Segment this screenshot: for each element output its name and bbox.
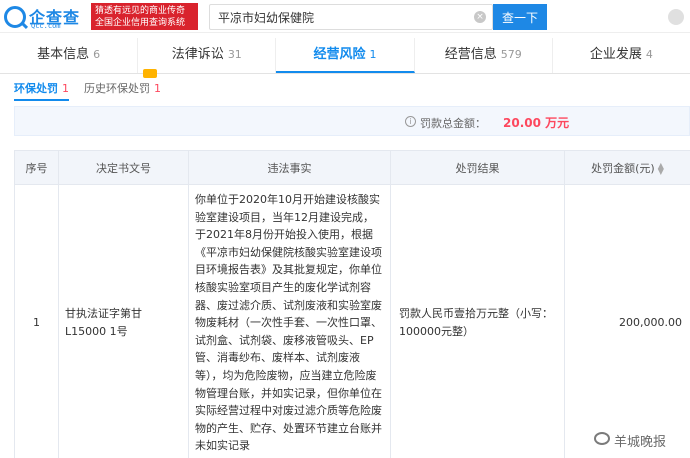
user-avatar-icon[interactable]: [668, 9, 684, 25]
penalty-summary: i 罚款总金额： 20.00 万元: [14, 106, 690, 136]
subtab-count: 1: [62, 82, 69, 95]
tab-count: 6: [93, 48, 101, 61]
total-amount-label: 罚款总金额：: [420, 117, 486, 130]
cell-fact: 你单位于2020年10月开始建设核酸实验室建设项目，当年12月建设完成，于202…: [188, 184, 391, 458]
header-amount-label: 处罚金额(元): [591, 161, 655, 175]
tab-label: 经营风险: [313, 47, 366, 62]
cell-amount: 200,000.00: [564, 184, 690, 458]
tab-label: 企业发展: [589, 47, 642, 62]
subtab-label: 历史环保处罚: [84, 82, 150, 95]
tab-label: 法律诉讼: [171, 47, 224, 62]
subtab-history-env-penalty[interactable]: 历史环保处罚 1: [84, 80, 161, 96]
badge-icon: [143, 69, 157, 78]
info-icon[interactable]: i: [405, 116, 416, 127]
tab-count: 31: [227, 48, 242, 61]
logo[interactable]: 企查查 Qcc.com: [4, 4, 86, 30]
tab-operation-info[interactable]: 经营信息 579: [415, 38, 553, 73]
weibo-icon: [594, 432, 610, 445]
subtab-env-penalty[interactable]: 环保处罚 1: [14, 80, 69, 101]
cell-index: 1: [14, 184, 59, 458]
clear-icon[interactable]: ×: [474, 11, 486, 23]
cell-doc-no: 甘执法证字第甘L15000 1号: [58, 184, 189, 458]
cell-result: 罚款人民币壹拾万元整（小写：100000元整）: [390, 184, 565, 458]
watermark: 羊城晚报: [594, 430, 690, 450]
table-row: 1 甘执法证字第甘L15000 1号 你单位于2020年10月开始建设核酸实验室…: [14, 184, 690, 458]
header-index: 序号: [14, 150, 59, 185]
table-header-row: 序号 决定书文号 违法事实 处罚结果 处罚金额(元) ▲ ▼: [14, 150, 690, 185]
tab-label: 基本信息: [37, 47, 90, 62]
slogan-banner: 猜透有远见的商业传奇 全国企业信用查询系统: [91, 3, 198, 30]
header-doc-no: 决定书文号: [58, 150, 189, 185]
total-amount-value: 20.00 万元: [503, 116, 570, 130]
main-tabs: 基本信息 6 法律诉讼 31 经营风险 1 经营信息 579 企业发展 4: [0, 38, 690, 74]
subtab-count: 1: [154, 82, 161, 95]
tab-count: 579: [500, 48, 522, 61]
tab-count: 4: [645, 48, 653, 61]
logo-magnifier-icon: [4, 6, 26, 28]
header-result: 处罚结果: [390, 150, 565, 185]
tab-count: 1: [369, 48, 377, 61]
sub-tabs: 环保处罚 1 历史环保处罚 1: [0, 74, 690, 101]
watermark-text: 羊城晚报: [614, 435, 667, 450]
tab-basic-info[interactable]: 基本信息 6: [0, 38, 139, 73]
tab-legal[interactable]: 法律诉讼 31: [138, 38, 277, 73]
search-input[interactable]: [210, 5, 460, 29]
header-amount[interactable]: 处罚金额(元) ▲ ▼: [564, 150, 690, 185]
sort-icon[interactable]: ▲ ▼: [658, 161, 664, 175]
search-button[interactable]: 查一下: [493, 4, 547, 30]
tab-operation-risk[interactable]: 经营风险 1: [276, 38, 415, 73]
tab-label: 经营信息: [444, 47, 497, 62]
penalty-table: 序号 决定书文号 违法事实 处罚结果 处罚金额(元) ▲ ▼ 1 甘执法证字第甘L1…: [14, 150, 690, 458]
logo-domain: Qcc.com: [31, 22, 61, 30]
top-bar: 企查查 Qcc.com 猜透有远见的商业传奇 全国企业信用查询系统 × 查一下: [0, 0, 690, 33]
tab-development[interactable]: 企业发展 4: [553, 38, 690, 73]
subtab-label: 环保处罚: [14, 82, 58, 95]
header-fact: 违法事实: [188, 150, 391, 185]
search-box: ×: [209, 4, 493, 30]
